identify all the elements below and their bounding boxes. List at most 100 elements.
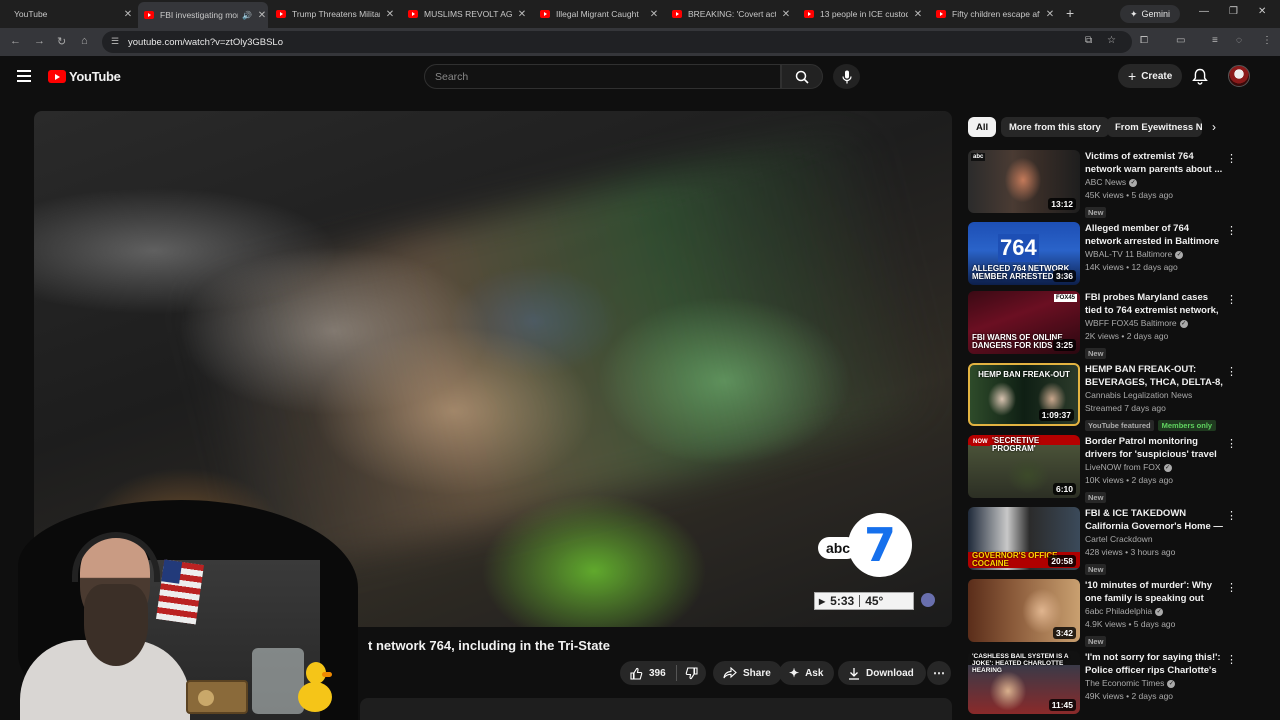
site-info-icon[interactable]: ☰ [111,36,119,47]
chip-more-from-this-story[interactable]: More from this story [1001,117,1109,137]
recommendation-title[interactable]: Victims of extremist 764 network warn pa… [1085,150,1225,176]
recommendation-item[interactable]: abc 13:12 Victims of extremist 764 netwo… [968,150,1240,218]
recommendation-title[interactable]: FBI probes Maryland cases tied to 764 ex… [1085,291,1225,317]
browser-tab[interactable]: 13 people in ICE custody ✕ [804,4,924,24]
glass-jar [252,648,304,714]
chip-all[interactable]: All [968,117,997,137]
reading-list-icon[interactable]: ≡ [1212,35,1218,46]
more-options-icon[interactable]: ⋮ [1226,509,1237,522]
browser-tab[interactable]: Trump Threatens Military ✕ [276,4,396,24]
recommendation-title[interactable]: Alleged member of 764 network arrested i… [1085,222,1225,248]
close-tab-icon[interactable]: ✕ [516,9,528,20]
thumbnail-caption: 'SECRETIVE PROGRAM' [992,436,1040,453]
recommendation-item[interactable]: GOVERNOR'S OFFICE COCAINE 20:58 FBI & IC… [968,507,1240,575]
account-avatar[interactable] [1228,65,1250,87]
close-tab-icon[interactable]: ✕ [912,9,924,20]
video-thumbnail[interactable]: GOVERNOR'S OFFICE COCAINE 20:58 [968,507,1080,570]
close-tab-icon[interactable]: ✕ [780,9,792,20]
extensions-icon[interactable]: ⧠ [1140,35,1148,46]
split-view-icon[interactable]: ▭ [1176,35,1185,46]
new-tab-icon[interactable]: + [1066,5,1074,21]
close-tab-icon[interactable]: ✕ [256,10,268,21]
video-thumbnail[interactable]: HEMP BAN FREAK-OUT 1:09:37 [968,363,1080,426]
recommendation-item[interactable]: HEMP BAN FREAK-OUT 1:09:37 HEMP BAN FREA… [968,363,1240,431]
close-window-icon[interactable]: ✕ [1258,6,1266,17]
browser-tab[interactable]: Fifty children escape after ✕ [936,4,1056,24]
recommendation-title[interactable]: '10 minutes of murder': Why one family i… [1085,579,1225,605]
channel-name[interactable]: WBAL-TV 11 Baltimore ✓ [1085,248,1225,261]
youtube-logo[interactable]: YouTube [48,69,121,84]
install-app-icon[interactable]: ⧉ [1085,35,1092,46]
download-button[interactable]: Download [838,661,926,685]
video-thumbnail[interactable]: 3:42 [968,579,1080,642]
tab-title: Trump Threatens Military [292,9,380,19]
more-options-icon[interactable]: ⋮ [1226,365,1237,378]
recommendation-item[interactable]: NOW 'SECRETIVE PROGRAM' 6:10 Border Patr… [968,435,1240,503]
channel-name[interactable]: Cartel Crackdown [1085,533,1225,546]
forward-icon[interactable]: → [34,35,45,47]
recommendation-title[interactable]: Border Patrol monitoring drivers for 'su… [1085,435,1225,461]
recommendation-title[interactable]: FBI & ICE TAKEDOWN California Governor's… [1085,507,1225,533]
share-button[interactable]: Share [713,661,782,685]
more-actions-icon[interactable]: ⋯ [927,661,951,685]
restore-icon[interactable]: ❐ [1229,6,1238,17]
audio-playing-icon[interactable]: 🔊 [242,11,252,20]
more-options-icon[interactable]: ⋮ [1226,653,1237,666]
browser-tab[interactable]: MUSLIMS REVOLT AGAINST ✕ [408,4,528,24]
bookmark-star-icon[interactable]: ☆ [1107,35,1116,46]
dislike-button[interactable] [685,666,698,680]
channel-name[interactable]: The Economic Times ✓ [1085,677,1225,690]
browser-tab[interactable]: Illegal Migrant Caught ✕ [540,4,660,24]
voice-search-button[interactable] [833,64,860,89]
reload-icon[interactable]: ↻ [57,35,66,48]
channel-name[interactable]: WBFF FOX45 Baltimore ✓ [1085,317,1225,330]
profile-icon[interactable]: ◌ [1236,35,1242,46]
recommendation-title[interactable]: 'I'm not sorry for saying this!': Police… [1085,651,1225,677]
video-thumbnail[interactable]: FOX45 FBI WARNS OF ONLINE DANGERS FOR KI… [968,291,1080,354]
browser-tab[interactable]: BREAKING: 'Covert action ✕ [672,4,792,24]
guide-menu-icon[interactable] [17,70,31,82]
more-options-icon[interactable]: ⋮ [1226,293,1237,306]
close-tab-icon[interactable]: ✕ [384,9,396,20]
browser-tab[interactable]: YouTube ✕ [14,4,134,24]
browser-tab-active[interactable]: FBI investigating more 🔊 ✕ [138,2,268,28]
create-button[interactable]: + Create [1118,64,1183,88]
home-icon[interactable]: ⌂ [81,35,88,47]
search-button[interactable] [781,64,823,89]
more-options-icon[interactable]: ⋮ [1226,437,1237,450]
more-options-icon[interactable]: ⋮ [1226,224,1237,237]
channel-name[interactable]: LiveNOW from FOX ✓ [1085,461,1225,474]
back-icon[interactable]: ← [10,35,21,47]
channel-name[interactable]: Cannabis Legalization News [1085,389,1225,402]
recommendation-item[interactable]: 764 ALLEGED 764 NETWORK MEMBER ARRESTED … [968,222,1240,288]
recommendation-item[interactable]: 'CASHLESS BAIL SYSTEM IS A JOKE': HEATED… [968,651,1240,717]
recommendation-title[interactable]: HEMP BAN FREAK-OUT: BEVERAGES, THCA, DEL… [1085,363,1225,389]
more-options-icon[interactable]: ⋮ [1226,581,1237,594]
more-options-icon[interactable]: ⋮ [1226,152,1237,165]
address-bar[interactable]: ☰ youtube.com/watch?v=ztOly3GBSLo [102,31,1132,53]
recommendation-item[interactable]: FOX45 FBI WARNS OF ONLINE DANGERS FOR KI… [968,291,1240,359]
video-thumbnail[interactable]: 'CASHLESS BAIL SYSTEM IS A JOKE': HEATED… [968,651,1080,714]
chip-from-eyewitness-news[interactable]: From Eyewitness Ne [1107,117,1202,137]
page-scrollbar[interactable] [1268,56,1280,720]
close-tab-icon[interactable]: ✕ [122,9,134,20]
search-input[interactable] [435,70,780,83]
gemini-button[interactable]: ✦ Gemini [1120,5,1181,23]
video-thumbnail[interactable]: abc 13:12 [968,150,1080,213]
description-box[interactable] [360,698,952,720]
ask-button[interactable]: ✦ Ask [779,661,835,685]
channel-name[interactable]: ABC News ✓ [1085,176,1225,189]
chevron-right-icon[interactable]: › [1212,120,1216,134]
minimize-icon[interactable]: — [1199,6,1209,17]
recommendation-item[interactable]: 3:42 '10 minutes of murder': Why one fam… [968,579,1240,647]
close-tab-icon[interactable]: ✕ [648,9,660,20]
video-meta: 49K views • 2 days ago [1085,691,1174,701]
video-thumbnail[interactable]: 764 ALLEGED 764 NETWORK MEMBER ARRESTED … [968,222,1080,285]
video-thumbnail[interactable]: NOW 'SECRETIVE PROGRAM' 6:10 [968,435,1080,498]
channel-name[interactable]: 6abc Philadelphia ✓ [1085,605,1225,618]
streamer [20,530,190,720]
browser-menu-icon[interactable]: ⋮ [1262,35,1272,46]
close-tab-icon[interactable]: ✕ [1044,9,1056,20]
like-button[interactable] [630,667,643,680]
notifications-bell-icon[interactable] [1192,68,1208,85]
